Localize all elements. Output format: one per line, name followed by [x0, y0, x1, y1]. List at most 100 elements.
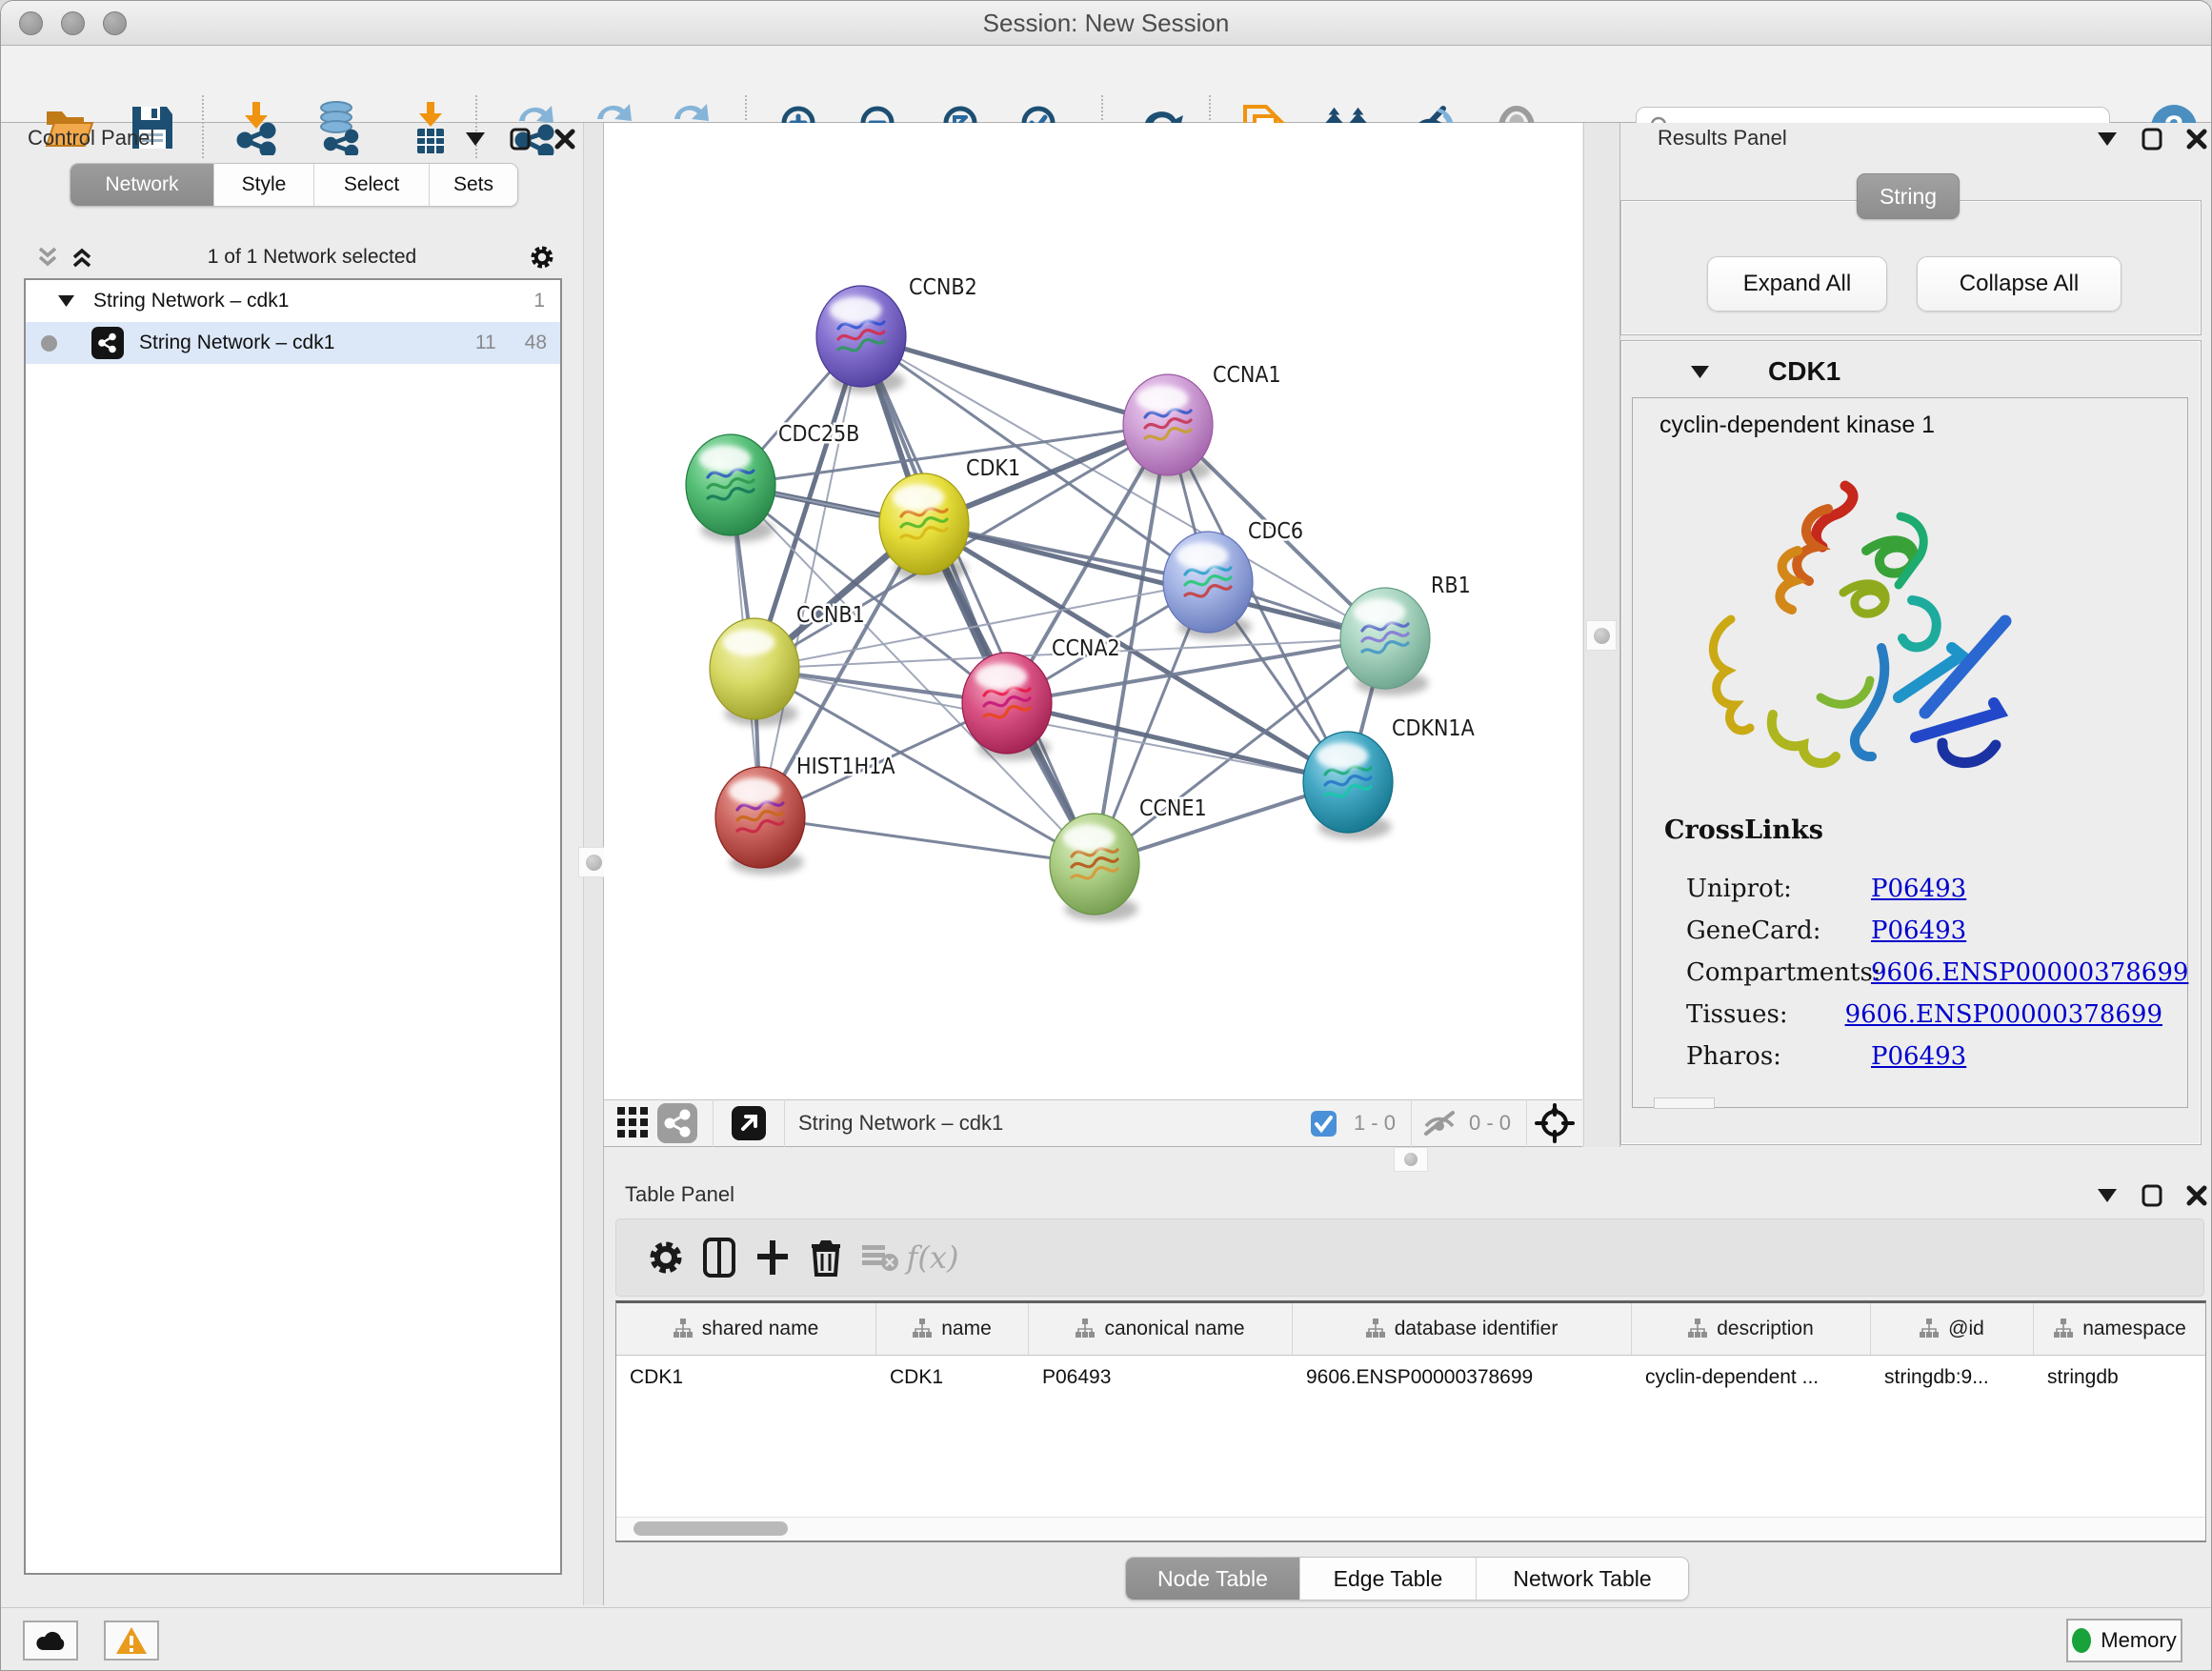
maximize-panel-icon[interactable]: [2140, 1183, 2164, 1208]
table-row[interactable]: CDK1CDK1P064939606.ENSP00000378699cyclin…: [616, 1356, 2205, 1399]
collapse-all-icon[interactable]: [35, 245, 60, 270]
crosslink-row: Pharos:P06493: [1686, 1042, 2162, 1084]
network-edge[interactable]: [861, 336, 1168, 425]
network-edge[interactable]: [1007, 703, 1348, 782]
network-collection-row[interactable]: String Network – cdk1 1: [26, 280, 560, 322]
column-header-description[interactable]: description: [1632, 1303, 1871, 1355]
crosslink-label: Pharos:: [1686, 1042, 1871, 1084]
column-header-shared-name[interactable]: shared name: [616, 1303, 876, 1355]
selected-checkbox-icon[interactable]: [1302, 1101, 1346, 1145]
tab-network[interactable]: Network: [70, 164, 214, 206]
delete-column-trash-icon[interactable]: [799, 1231, 853, 1284]
tab-node-table[interactable]: Node Table: [1126, 1558, 1300, 1600]
network-canvas[interactable]: CCNB2CCNA1CDC25BCDK1CDC6RB1CCNB1CCNA2CDK…: [604, 123, 1582, 1099]
crosslink-link[interactable]: P06493: [1871, 916, 1966, 958]
crosslink-link[interactable]: P06493: [1871, 875, 1966, 916]
show-columns-icon[interactable]: [693, 1231, 746, 1284]
network-node-HIST1H1A[interactable]: HIST1H1A: [715, 755, 895, 875]
node-label-CCNA1: CCNA1: [1213, 363, 1281, 388]
network-share-icon[interactable]: [655, 1101, 699, 1145]
network-row-selected[interactable]: String Network – cdk1 11 48: [26, 322, 560, 364]
maximize-panel-icon[interactable]: [2140, 127, 2164, 151]
collapse-all-button[interactable]: Collapse All: [1917, 256, 2122, 312]
network-node-RB1[interactable]: RB1: [1340, 574, 1471, 695]
bottom-splitter-grip[interactable]: [1394, 1147, 1428, 1172]
network-node-CDK1[interactable]: CDK1: [879, 456, 1020, 581]
table-cell: stringdb:9...: [1871, 1356, 2034, 1399]
cloud-status-button[interactable]: [23, 1621, 78, 1661]
network-options-gear-icon[interactable]: [530, 245, 554, 270]
node-label-CDC6: CDC6: [1248, 519, 1303, 544]
tab-select[interactable]: Select: [314, 164, 430, 206]
crosslink-link[interactable]: P06493: [1871, 1042, 1966, 1084]
node-label-HIST1H1A: HIST1H1A: [796, 755, 895, 779]
memory-button[interactable]: Memory: [2066, 1619, 2182, 1662]
toolbar-separator: [202, 95, 204, 158]
birdseye-crosshair-icon[interactable]: [1533, 1101, 1577, 1145]
crosslink-row: Tissues:9606.ENSP00000378699: [1686, 1000, 2162, 1042]
crosslink-row: Compartments:9606.ENSP00000378699: [1686, 958, 2162, 1000]
float-panel-icon[interactable]: [463, 127, 488, 151]
collection-count: 1: [533, 290, 545, 312]
table-gear-icon[interactable]: [639, 1231, 693, 1284]
string-network-icon: [91, 327, 124, 359]
function-builder-icon[interactable]: f(x): [906, 1231, 959, 1284]
table-horizontal-scrollbar[interactable]: [616, 1517, 2205, 1540]
column-header-canonical-name[interactable]: canonical name: [1029, 1303, 1293, 1355]
network-edges[interactable]: [731, 336, 1385, 864]
column-header-name[interactable]: name: [876, 1303, 1029, 1355]
detail-scroll-notch: [1654, 1097, 1715, 1109]
expand-all-icon[interactable]: [70, 245, 94, 270]
import-network-button[interactable]: [229, 100, 284, 155]
tab-edge-table[interactable]: Edge Table: [1300, 1558, 1477, 1600]
close-panel-icon[interactable]: [2184, 127, 2209, 151]
network-node-CCNB2[interactable]: CCNB2: [816, 275, 977, 393]
table-panel-header-icons: [2095, 1183, 2209, 1208]
results-panel-title: Results Panel: [1658, 126, 1787, 151]
grid-view-icon[interactable]: [612, 1101, 655, 1145]
close-panel-icon[interactable]: [2184, 1183, 2209, 1208]
hidden-node-edge-counts: 0 - 0: [1469, 1111, 1511, 1136]
delete-table-icon[interactable]: [853, 1231, 906, 1284]
maximize-panel-icon[interactable]: [508, 127, 533, 151]
warning-status-button[interactable]: [104, 1621, 159, 1661]
tab-sets[interactable]: Sets: [430, 164, 517, 206]
table-cell: CDK1: [876, 1356, 1029, 1399]
gene-expand-icon[interactable]: [1691, 366, 1709, 378]
float-panel-icon[interactable]: [2095, 127, 2120, 151]
scrollbar-thumb[interactable]: [633, 1521, 788, 1536]
netbar-separator: [1526, 1099, 1527, 1147]
column-type-icon: [1688, 1319, 1707, 1339]
add-column-icon[interactable]: [746, 1231, 799, 1284]
column-header-database-identifier[interactable]: database identifier: [1293, 1303, 1632, 1355]
control-panel-header-icons: [463, 127, 577, 151]
close-panel-icon[interactable]: [553, 127, 577, 151]
warning-icon: [115, 1626, 148, 1655]
tab-string[interactable]: String: [1857, 173, 1960, 219]
column-header-namespace[interactable]: namespace: [2034, 1303, 2206, 1355]
tab-network-table[interactable]: Network Table: [1477, 1558, 1688, 1600]
network-node-CCNA1[interactable]: CCNA1: [1123, 363, 1281, 482]
crosslink-link[interactable]: 9606.ENSP00000378699: [1845, 1000, 2162, 1042]
gene-header-row[interactable]: CDK1: [1632, 350, 2188, 393]
collection-expand-icon[interactable]: [58, 295, 74, 307]
import-network-from-database-button[interactable]: [312, 100, 368, 155]
network-edge[interactable]: [760, 817, 1095, 864]
float-panel-icon[interactable]: [2095, 1183, 2120, 1208]
gene-detail-box: cyclin-dependent kinase 1 CrossL: [1632, 397, 2188, 1108]
network-edge[interactable]: [861, 336, 1095, 864]
import-table-button[interactable]: [403, 100, 458, 155]
table-cell: CDK1: [616, 1356, 876, 1399]
expand-all-button[interactable]: Expand All: [1707, 256, 1887, 312]
hidden-eye-slash-icon[interactable]: [1418, 1101, 1461, 1145]
open-in-window-icon[interactable]: [727, 1101, 771, 1145]
network-node-CDC25B[interactable]: CDC25B: [686, 422, 859, 542]
network-node-CDKN1A[interactable]: CDKN1A: [1303, 716, 1475, 839]
network-edge[interactable]: [924, 524, 1385, 638]
column-header--id[interactable]: @id: [1871, 1303, 2034, 1355]
right-splitter-grip[interactable]: [1586, 620, 1617, 651]
node-label-CDC25B: CDC25B: [778, 422, 859, 447]
crosslink-label: Tissues:: [1686, 1000, 1845, 1042]
tab-style[interactable]: Style: [214, 164, 314, 206]
crosslink-link[interactable]: 9606.ENSP00000378699: [1871, 958, 2188, 1000]
